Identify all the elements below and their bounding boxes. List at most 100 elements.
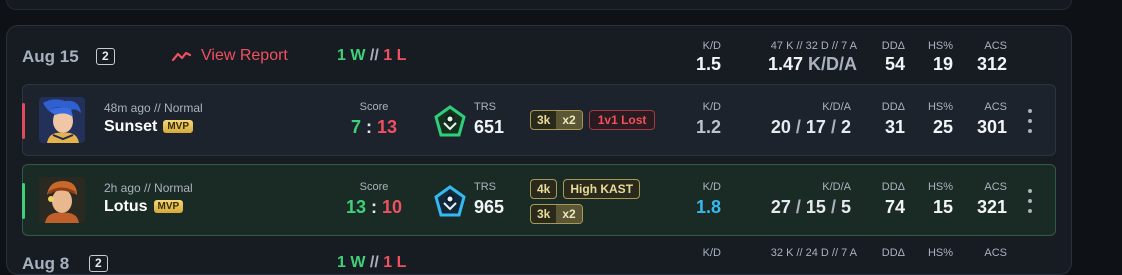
score-separator: : xyxy=(365,117,372,137)
kda-label: K/D/A xyxy=(822,101,851,113)
view-report-link[interactable]: View Report xyxy=(171,47,288,65)
dd-value: 74 xyxy=(884,197,905,217)
kd-value: 1.8 xyxy=(695,197,721,217)
mvp-badge: MVP xyxy=(163,120,194,133)
group-date: Aug 15 xyxy=(22,47,79,66)
agent-avatar xyxy=(39,97,85,143)
dd-value: 54 xyxy=(884,54,905,74)
kda-stats: 27 / 15 / 5 xyxy=(741,197,851,218)
map-name: Lotus xyxy=(104,198,148,215)
trs-label: TRS xyxy=(474,101,496,113)
deaths: 15 xyxy=(805,197,826,217)
wl-separator-2: // xyxy=(369,254,379,271)
trs-value: 651 xyxy=(474,117,505,137)
previous-panel-edge xyxy=(6,0,1072,10)
dd-value: 31 xyxy=(884,117,905,137)
tag-multiplier: x2 xyxy=(556,111,582,129)
score-own: 13 xyxy=(345,197,366,217)
kd-label: K/D xyxy=(702,181,721,193)
agent-name-row: Sunset MVP xyxy=(104,118,194,136)
match-time-mode: 2h ago // Normal xyxy=(104,181,193,195)
assists: 2 xyxy=(840,117,851,137)
acs-value: 321 xyxy=(976,197,1007,217)
slash: / xyxy=(830,197,836,217)
wl-separator: // xyxy=(369,47,379,64)
dd-label: DDΔ xyxy=(881,101,905,113)
acs-label: ACS xyxy=(984,40,1007,52)
agent-name-row: Lotus MVP xyxy=(104,198,184,216)
score-opponent: 13 xyxy=(377,117,398,137)
match-score: 7 : 13 xyxy=(334,117,414,138)
dd-label: DDΔ xyxy=(881,181,905,193)
acs-value: 312 xyxy=(976,54,1007,74)
score-label: Score xyxy=(359,101,389,113)
match-time-mode: 48m ago // Normal xyxy=(104,101,203,115)
multikill-tag: 3k x2 xyxy=(530,204,583,224)
match-score: 13 : 10 xyxy=(334,197,414,218)
mvp-badge: MVP xyxy=(153,200,184,213)
clutch-tag: 1v1 Lost xyxy=(588,110,656,130)
tag-text: 3k xyxy=(537,207,551,221)
tag-text: 4k xyxy=(537,182,551,196)
slash: / xyxy=(795,197,801,217)
slash: / xyxy=(795,117,801,137)
match-count-badge-2: 2 xyxy=(89,255,108,272)
acs-label-2: ACS xyxy=(984,247,1007,259)
more-options-icon[interactable] xyxy=(1027,109,1033,133)
acs-label: ACS xyxy=(984,181,1007,193)
score-label: Score xyxy=(359,181,389,193)
hs-label-2: HS% xyxy=(927,247,953,259)
group-date-2: Aug 8 xyxy=(22,254,70,273)
kda-summary: 1.47 K/D/A xyxy=(707,54,857,75)
highlight-tags: 3k x2 1v1 Lost xyxy=(530,110,656,130)
win-loss-summary-2: 1 W // 1 L xyxy=(337,254,406,272)
trs-rank-icon xyxy=(433,105,467,144)
more-options-icon[interactable] xyxy=(1027,189,1033,213)
tag-multiplier: x2 xyxy=(556,205,582,223)
hs-label: HS% xyxy=(927,40,953,52)
match-count-badge: 2 xyxy=(96,48,115,65)
kills: 20 xyxy=(770,117,791,137)
score-separator: : xyxy=(371,197,377,217)
dd-label: DDΔ xyxy=(881,40,905,52)
score-own: 7 xyxy=(350,117,361,137)
hs-value: 15 xyxy=(932,197,953,217)
hs-label: HS% xyxy=(927,101,953,113)
kda-unit: K/D/A xyxy=(808,54,857,74)
hs-value: 19 xyxy=(932,54,953,74)
kda-totals-2: 32 K // 24 D // 7 A xyxy=(770,247,857,259)
win-loss-summary: 1 W // 1 L xyxy=(337,47,406,65)
multikill-tag: 4k xyxy=(530,179,558,199)
loss-indicator xyxy=(22,103,25,139)
wins-count-2: 1 W xyxy=(337,254,366,271)
kda-value: 1.47 xyxy=(767,54,803,74)
tag-text: High KAST xyxy=(570,182,634,196)
trs-value: 965 xyxy=(474,197,505,217)
kd-label: K/D xyxy=(702,101,721,113)
kda-stats: 20 / 17 / 2 xyxy=(741,117,851,138)
assists: 5 xyxy=(840,197,851,217)
deaths: 17 xyxy=(805,117,826,137)
kda-totals: 47 K // 32 D // 7 A xyxy=(770,40,857,52)
acs-value: 301 xyxy=(976,117,1007,137)
highlight-tags: 4k High KAST 3k x2 xyxy=(530,179,641,224)
view-report-label: View Report xyxy=(201,47,288,64)
multikill-tag: 3k x2 xyxy=(530,110,583,130)
tag-text: 3k xyxy=(537,113,551,127)
kd-value: 1.2 xyxy=(695,117,721,137)
trs-rank-icon xyxy=(433,185,467,224)
kast-tag: High KAST xyxy=(563,179,641,199)
losses-count-2: 1 L xyxy=(383,254,407,271)
kda-label: K/D/A xyxy=(822,181,851,193)
score-opponent: 10 xyxy=(382,197,403,217)
slash: / xyxy=(830,117,836,137)
hs-value: 25 xyxy=(932,117,953,137)
trs-label: TRS xyxy=(474,181,496,193)
hs-label: HS% xyxy=(927,181,953,193)
kills: 27 xyxy=(770,197,791,217)
match-card[interactable]: 48m ago // Normal Sunset MVP Score 7 : 13… xyxy=(22,84,1056,156)
match-card[interactable]: 2h ago // Normal Lotus MVP Score 13 : 10 … xyxy=(22,164,1056,236)
losses-count: 1 L xyxy=(383,47,407,64)
win-indicator xyxy=(22,183,25,219)
dd-label-2: DDΔ xyxy=(881,247,905,259)
